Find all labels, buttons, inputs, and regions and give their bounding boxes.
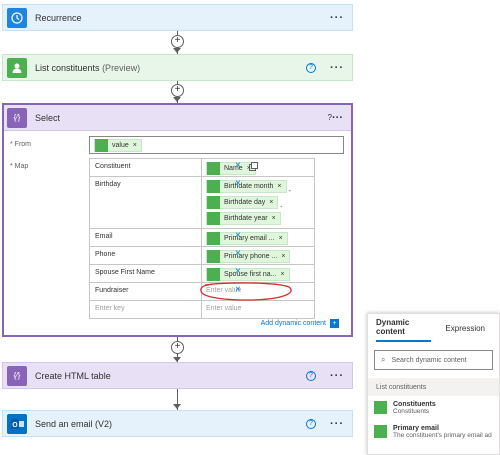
constituent-icon xyxy=(207,232,220,245)
select-title: Select xyxy=(35,112,61,123)
svg-text:O: O xyxy=(12,422,18,429)
remove-token-icon[interactable]: × xyxy=(279,235,283,242)
from-field[interactable]: value × xyxy=(89,136,344,154)
constituent-icon xyxy=(207,196,220,209)
map-key[interactable]: Birthday xyxy=(89,177,202,228)
map-key[interactable]: Spouse First Name xyxy=(89,265,202,282)
constituent-icon xyxy=(374,425,387,438)
remove-token-icon[interactable]: × xyxy=(281,253,285,260)
delete-row-icon[interactable]: × xyxy=(235,230,241,241)
remove-token-icon[interactable]: × xyxy=(277,183,281,190)
braces-icon: {⁄} xyxy=(7,107,27,128)
remove-token-icon[interactable]: × xyxy=(272,215,276,222)
braces-icon: {⁄} xyxy=(7,365,27,386)
map-value[interactable]: Name × xyxy=(202,159,315,176)
map-value[interactable]: Primary phone ... × xyxy=(202,247,315,264)
constituent-icon xyxy=(207,250,220,263)
tab-expression[interactable]: Expression xyxy=(445,314,485,342)
annotation-circle xyxy=(200,282,292,301)
add-dynamic-icon: + xyxy=(330,319,339,328)
add-step-button[interactable]: + xyxy=(171,341,184,354)
send-email-card[interactable]: O Send an email (V2) ? ··· xyxy=(2,410,353,437)
search-dynamic-input[interactable]: ⌕ Search dynamic content xyxy=(374,350,493,370)
outlook-icon: O xyxy=(7,413,27,434)
more-options-icon[interactable]: ··· xyxy=(330,62,344,74)
add-step-button[interactable]: + xyxy=(171,84,184,97)
delete-row-icon[interactable]: × xyxy=(235,160,241,171)
constituent-icon xyxy=(207,180,220,193)
more-options-icon[interactable]: ··· xyxy=(330,418,344,430)
more-options-icon[interactable]: ··· xyxy=(332,112,343,124)
value-token[interactable]: value × xyxy=(94,138,142,152)
map-key[interactable]: Phone xyxy=(89,247,202,264)
help-icon[interactable]: ? xyxy=(306,418,316,429)
help-icon[interactable]: ? xyxy=(306,370,316,381)
map-row: Birthday Birthdate month × - Birthdate da… xyxy=(89,177,315,229)
map-value[interactable]: Birthdate month × - Birthdate day × - Birt… xyxy=(202,177,315,228)
constituent-icon xyxy=(7,57,27,78)
remove-token-icon[interactable]: × xyxy=(281,271,285,278)
section-header: List constituents xyxy=(368,378,499,396)
dynamic-item[interactable]: Primary email The constituent's primary e… xyxy=(368,420,499,444)
from-label: * From xyxy=(10,141,31,148)
remove-token-icon[interactable]: × xyxy=(269,199,273,206)
map-row: Email Primary email ... × xyxy=(89,229,315,247)
select-action-panel: {⁄} Select ? ··· * From value × * Map Con… xyxy=(2,103,353,337)
create-html-table-title: Create HTML table xyxy=(35,370,111,381)
constituent-icon xyxy=(95,138,108,152)
constituent-icon xyxy=(207,212,220,225)
delete-row-icon[interactable]: × xyxy=(235,248,241,259)
delete-row-icon[interactable]: × xyxy=(235,284,241,295)
map-value[interactable]: Primary email ... × xyxy=(202,229,315,246)
new-key-input[interactable]: Enter key xyxy=(89,301,202,318)
help-icon[interactable]: ? xyxy=(306,62,316,73)
map-key[interactable]: Constituent xyxy=(89,159,202,176)
remove-token-icon[interactable]: × xyxy=(133,142,137,149)
constituent-icon xyxy=(207,162,220,175)
dynamic-item[interactable]: Constituents Constituents xyxy=(368,396,499,420)
list-constituents-card[interactable]: List constituents (Preview) ? ··· xyxy=(2,54,353,81)
add-step-button[interactable]: + xyxy=(171,35,184,48)
recurrence-title: Recurrence xyxy=(35,12,82,23)
delete-row-icon[interactable]: × xyxy=(235,266,241,277)
constituent-icon xyxy=(374,401,387,414)
more-options-icon[interactable]: ··· xyxy=(330,12,344,24)
map-key[interactable]: Fundraiser xyxy=(89,283,202,300)
delete-row-icon[interactable]: × xyxy=(235,178,241,189)
map-row: Constituent Name × xyxy=(89,159,315,177)
list-constituents-title: List constituents (Preview) xyxy=(35,62,141,73)
more-options-icon[interactable]: ··· xyxy=(330,370,344,382)
map-key[interactable]: Email xyxy=(89,229,202,246)
recurrence-card[interactable]: Recurrence ··· xyxy=(2,4,353,31)
create-html-table-card[interactable]: {⁄} Create HTML table ? ··· xyxy=(2,362,353,389)
clock-icon xyxy=(7,7,27,28)
select-header[interactable]: {⁄} Select ? ··· xyxy=(4,105,351,131)
send-email-title: Send an email (V2) xyxy=(35,418,113,429)
dynamic-content-panel: Dynamic content Expression ⌕ Search dyna… xyxy=(367,313,500,455)
search-icon: ⌕ xyxy=(381,355,386,364)
add-dynamic-content-link[interactable]: Add dynamic content + xyxy=(261,319,339,328)
map-label: * Map xyxy=(10,163,29,170)
tab-dynamic-content[interactable]: Dynamic content xyxy=(376,314,432,342)
copy-icon[interactable] xyxy=(249,162,258,171)
map-row: Phone Primary phone ... × xyxy=(89,247,315,265)
